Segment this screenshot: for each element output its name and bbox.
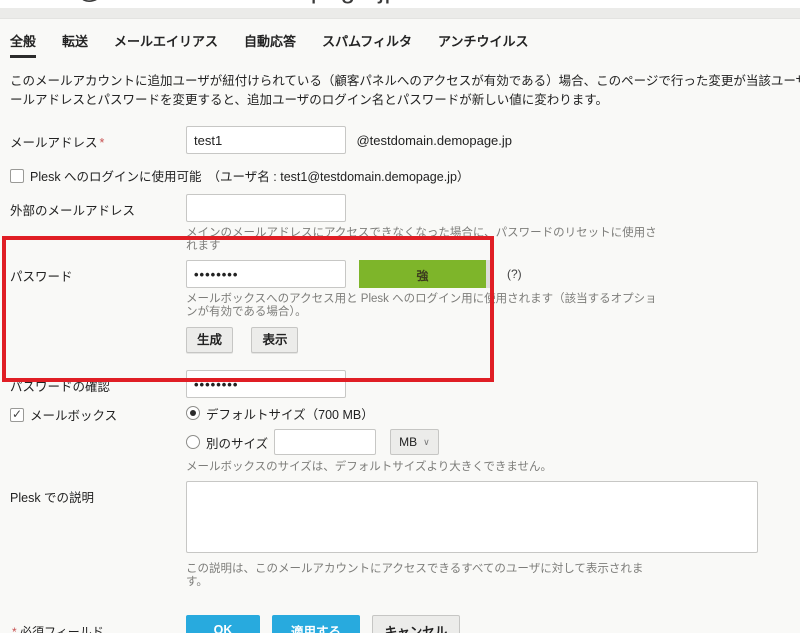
plesk-login-row: Plesk へのログインに使用可能 （ユーザ名 : test1@testdoma… bbox=[10, 166, 800, 185]
password-confirm-label: パスワードの確認 bbox=[10, 370, 186, 395]
email-address-label: メールアドレス* bbox=[10, 126, 186, 151]
content-area: 全般 転送 メールエイリアス 自動応答 スパムフィルタ アンチウイルス このメー… bbox=[0, 19, 800, 633]
plesk-mail-settings-page: test1@testdomain.demopage.jp 全般 転送 メールエイ… bbox=[0, 0, 800, 633]
description-textarea[interactable] bbox=[186, 481, 758, 553]
page-title: test1@testdomain.demopage.jp bbox=[18, 0, 400, 5]
mailbox-checkbox[interactable]: ✓ bbox=[10, 408, 24, 422]
other-size-label: 別のサイズ bbox=[206, 433, 268, 452]
plesk-login-checkbox[interactable] bbox=[10, 169, 24, 183]
email-address-row: メールアドレス* @testdomain.demopage.jp bbox=[10, 126, 800, 154]
generate-password-button[interactable]: 生成 bbox=[186, 327, 233, 353]
tab-antivirus[interactable]: アンチウイルス bbox=[438, 31, 528, 58]
default-size-radio[interactable] bbox=[186, 406, 200, 420]
page-header-strip: test1@testdomain.demopage.jp bbox=[0, 0, 800, 8]
password-row: パスワード 強 (?) メールボックスへのアクセス用と Plesk へのログイン… bbox=[10, 260, 800, 353]
description-row: Plesk での説明 この説明は、このメールアカウントにアクセスできるすべてのユ… bbox=[10, 481, 800, 589]
mailbox-label: メールボックス bbox=[30, 405, 117, 424]
email-domain-suffix: @testdomain.demopage.jp bbox=[356, 127, 512, 148]
other-size-input[interactable] bbox=[274, 429, 376, 455]
external-email-label: 外部のメールアドレス bbox=[10, 194, 186, 219]
other-size-radio[interactable] bbox=[186, 435, 200, 449]
password-help-link[interactable]: (?) bbox=[507, 267, 522, 281]
strength-label: 強 bbox=[359, 267, 486, 284]
password-strength-meter: 強 bbox=[359, 260, 493, 288]
tab-general[interactable]: 全般 bbox=[10, 31, 36, 58]
mailbox-helper: メールボックスのサイズは、デフォルトサイズより大きくできません。 bbox=[186, 461, 552, 474]
password-confirm-row: パスワードの確認 bbox=[10, 370, 800, 398]
required-asterisk: * bbox=[100, 136, 105, 150]
password-input[interactable] bbox=[186, 260, 346, 288]
size-unit-select[interactable]: MB ∨ bbox=[390, 429, 439, 455]
checkbox-check-icon: ✓ bbox=[12, 407, 22, 421]
default-size-label: デフォルトサイズ（700 MB） bbox=[206, 404, 374, 423]
size-unit-value: MB bbox=[399, 435, 417, 449]
footer-actions: * 必須フィールド OK 適用する キャンセル bbox=[10, 615, 800, 633]
required-field-note: * 必須フィールド bbox=[10, 615, 186, 633]
intro-text: このメールアカウントに追加ユーザが紐付けられている（顧客パネルへのアクセスが有効… bbox=[10, 72, 800, 110]
plesk-login-label: Plesk へのログインに使用可能 bbox=[30, 166, 202, 185]
intro-line-1: このメールアカウントに追加ユーザが紐付けられている（顧客パネルへのアクセスが有効… bbox=[10, 72, 800, 91]
chevron-down-icon: ∨ bbox=[423, 437, 430, 448]
external-email-helper: メインのメールアドレスにアクセスできなくなった場合に、パスワードのリセットに使用… bbox=[186, 227, 657, 253]
description-label: Plesk での説明 bbox=[10, 481, 186, 506]
tab-forwarding[interactable]: 転送 bbox=[62, 31, 88, 58]
tab-mail-aliases[interactable]: メールエイリアス bbox=[114, 31, 218, 58]
other-size-option: 別のサイズ MB ∨ bbox=[186, 428, 552, 456]
password-confirm-input[interactable] bbox=[186, 370, 346, 398]
cancel-button[interactable]: キャンセル bbox=[372, 615, 460, 633]
ok-button[interactable]: OK bbox=[186, 615, 260, 633]
tab-spam-filter[interactable]: スパムフィルタ bbox=[322, 31, 412, 58]
show-password-button[interactable]: 表示 bbox=[251, 327, 298, 353]
password-helper: メールボックスへのアクセス用と Plesk へのログイン用に使用されます（該当す… bbox=[186, 293, 657, 319]
tab-auto-reply[interactable]: 自動応答 bbox=[244, 31, 296, 58]
external-email-row: 外部のメールアドレス メインのメールアドレスにアクセスできなくなった場合に、パス… bbox=[10, 194, 800, 253]
email-local-part-input[interactable] bbox=[186, 126, 346, 154]
description-helper: この説明は、このメールアカウントにアクセスできるすべてのユーザに対して表示されま… bbox=[186, 563, 758, 589]
default-size-option: デフォルトサイズ（700 MB） bbox=[186, 404, 552, 422]
header-band bbox=[0, 8, 800, 19]
tab-bar: 全般 転送 メールエイリアス 自動応答 スパムフィルタ アンチウイルス bbox=[10, 31, 800, 58]
plesk-login-note: （ユーザ名 : test1@testdomain.demopage.jp） bbox=[208, 166, 470, 185]
apply-button[interactable]: 適用する bbox=[272, 615, 360, 633]
external-email-input[interactable] bbox=[186, 194, 346, 222]
mailbox-row: ✓ メールボックス デフォルトサイズ（700 MB） 別のサイズ MB ∨ bbox=[10, 404, 800, 474]
password-label: パスワード bbox=[10, 260, 186, 285]
intro-line-2: ールアドレスとパスワードを変更すると、追加ユーザのログイン名とパスワードが新しい… bbox=[10, 91, 800, 110]
